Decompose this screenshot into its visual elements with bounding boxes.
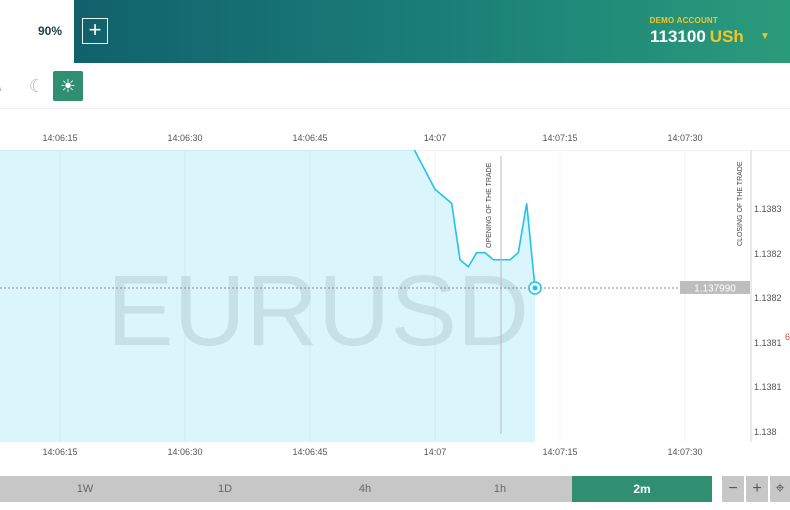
price-area bbox=[0, 150, 535, 442]
sun-icon[interactable]: ☀ bbox=[53, 71, 83, 101]
time-tick-label: 14:06:45 bbox=[292, 447, 328, 457]
zoom-in-button[interactable]: + bbox=[746, 476, 768, 502]
add-tab-button[interactable]: + bbox=[82, 18, 108, 44]
time-tick-label: 14:06:15 bbox=[42, 447, 78, 457]
price-tick-label: 1.1382 bbox=[754, 249, 782, 259]
price-tick-label: 1.1381 bbox=[754, 338, 782, 348]
price-tick-label: 1.1381 bbox=[754, 382, 782, 392]
period-option[interactable]: 4h bbox=[320, 476, 410, 502]
chart-toolbar: A ☾ ☀ bbox=[0, 63, 790, 109]
time-tick-label: 14:07:15 bbox=[542, 447, 578, 457]
time-tick-label: 14:07:15 bbox=[542, 133, 578, 143]
price-tick-label: 1.1382 bbox=[754, 293, 782, 303]
time-tick-label: 14:06:30 bbox=[167, 133, 203, 143]
account-balance[interactable]: 113100 USh bbox=[650, 27, 744, 47]
payout-percent: 90% bbox=[37, 24, 62, 38]
price-tick-label: 1.138 bbox=[754, 427, 777, 437]
current-price-value: 1.137990 bbox=[694, 283, 736, 294]
price-chart[interactable]: EURUSD OPENING OF THE TRADE CLOSING OF T… bbox=[0, 150, 790, 442]
moon-icon[interactable]: ☾ bbox=[22, 71, 52, 101]
plus-icon: + bbox=[88, 17, 102, 42]
opening-trade-label: OPENING OF THE TRADE bbox=[486, 162, 493, 248]
balance-currency: USh bbox=[709, 27, 744, 46]
app-header: 90% + DEMO ACCOUNT 113100 USh ▼ bbox=[0, 0, 790, 63]
zoom-out-button[interactable]: − bbox=[722, 476, 744, 502]
time-axis-bottom: 14:06:15 14:06:30 14:06:45 14:07 14:07:15 14:… bbox=[0, 444, 790, 464]
caret-down-icon[interactable]: ▼ bbox=[760, 31, 770, 42]
edge-partial-label: 6 bbox=[785, 332, 790, 342]
time-tick-label: 14:06:45 bbox=[292, 133, 328, 143]
account-type-label: DEMO ACCOUNT bbox=[649, 16, 718, 25]
balance-amount: 113100 bbox=[650, 27, 706, 46]
time-axis-top: 14:06:15 14:06:30 14:06:45 14:07 14:07:15 14:… bbox=[0, 130, 790, 150]
period-option[interactable]: 1D bbox=[170, 476, 280, 502]
current-price-marker-core bbox=[532, 285, 538, 291]
period-selector: 1W 1D 4h 1h 2m bbox=[0, 476, 712, 502]
period-option[interactable]: 1W bbox=[0, 476, 170, 502]
period-option[interactable]: 1h bbox=[430, 476, 570, 502]
price-tick-label: 1.1383 bbox=[754, 204, 782, 214]
time-tick-label: 14:06:30 bbox=[167, 447, 203, 457]
time-tick-label: 14:07:30 bbox=[667, 447, 703, 457]
time-tick-label: 14:07:30 bbox=[667, 133, 703, 143]
time-tick-label: 14:06:15 bbox=[42, 133, 78, 143]
price-axis: 1.1383 1.1382 1.1382 1.1381 1.1381 1.138 bbox=[754, 204, 782, 437]
active-asset-tab[interactable]: 90% bbox=[0, 0, 74, 63]
period-option[interactable]: 2m bbox=[572, 476, 712, 502]
closing-trade-label: CLOSING OF THE TRADE bbox=[737, 161, 744, 246]
partial-tool-icon[interactable]: A bbox=[0, 71, 12, 101]
time-tick-label: 14:07 bbox=[423, 133, 447, 143]
crosshair-icon[interactable]: ⌖ bbox=[770, 476, 790, 502]
time-tick-label: 14:07 bbox=[423, 447, 447, 457]
